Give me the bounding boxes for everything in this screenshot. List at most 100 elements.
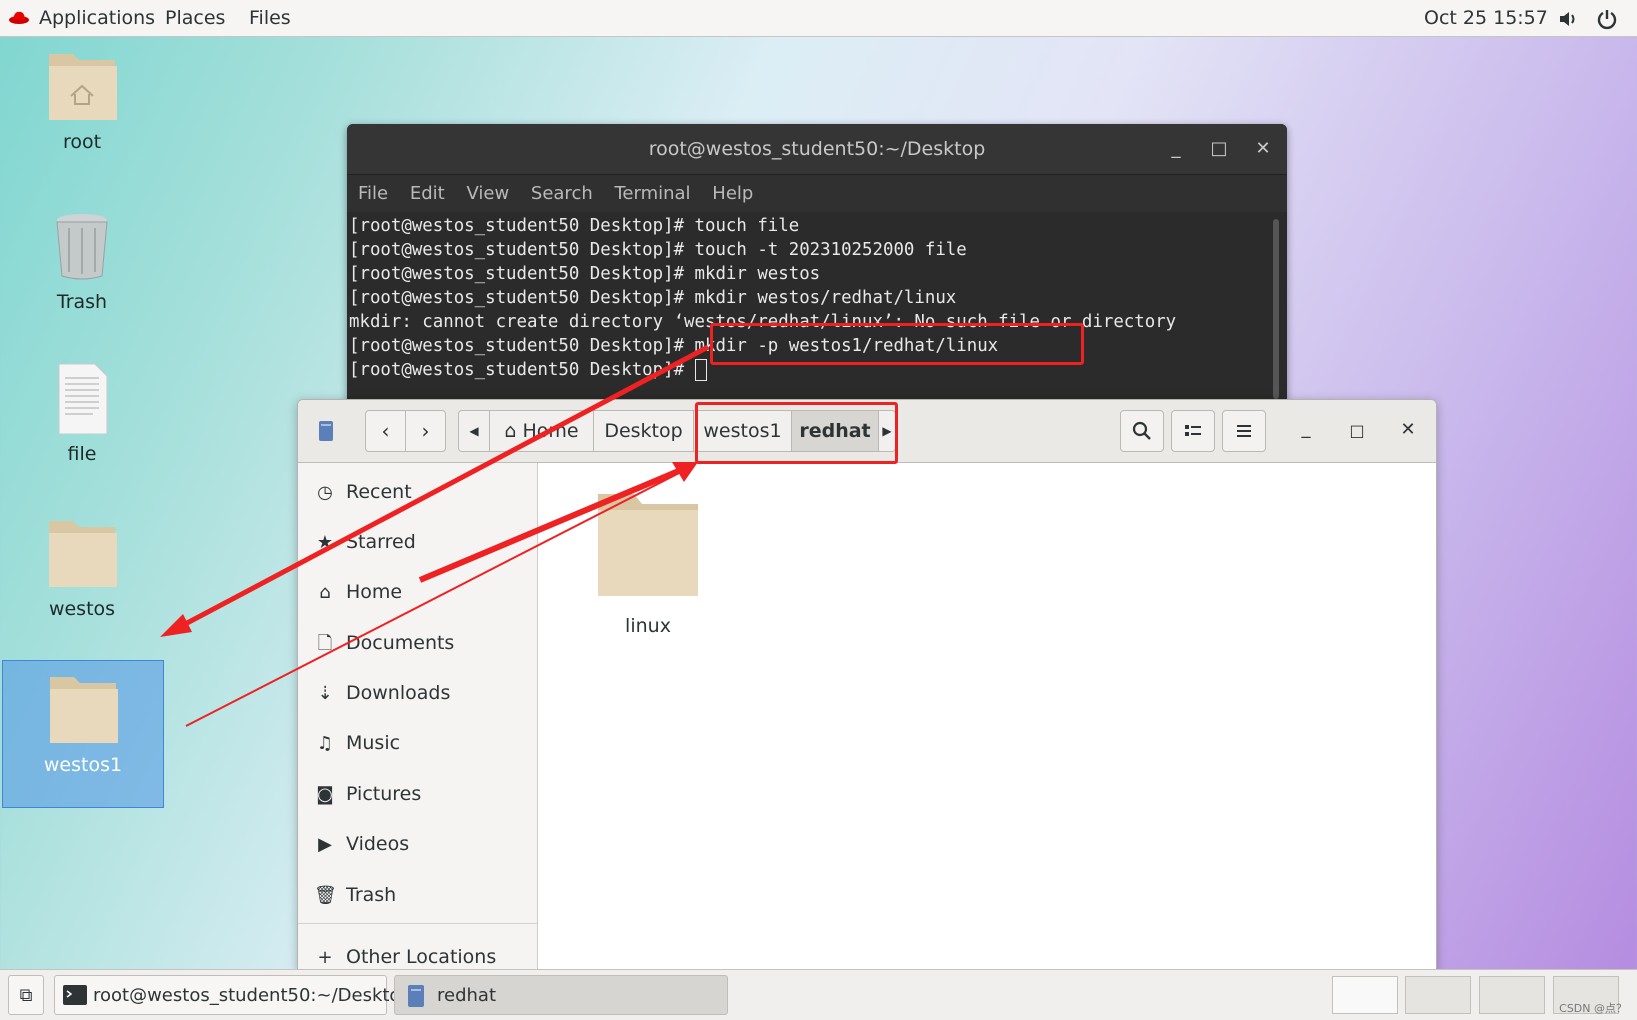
breadcrumb-home[interactable]: ⌂ Home	[489, 410, 594, 452]
files-app-icon	[319, 421, 333, 441]
back-button[interactable]: ‹	[365, 410, 406, 452]
terminal-menu-file[interactable]: File	[358, 183, 388, 204]
folder-icon	[598, 494, 698, 596]
terminal-line: [root@westos_student50 Desktop]# touch -…	[349, 240, 967, 260]
sidebar-item-label: Pictures	[346, 783, 422, 805]
sidebar-item-label: Trash	[346, 884, 397, 906]
terminal-menu-search[interactable]: Search	[531, 183, 593, 204]
terminal-menu-help[interactable]: Help	[712, 183, 753, 204]
desktop-icon-westos[interactable]: westos	[2, 517, 162, 620]
task-files[interactable]: redhat	[394, 975, 728, 1015]
desktop-icon-label: Trash	[56, 291, 108, 313]
desktop-icon-label: westos1	[43, 754, 123, 776]
speaker-icon[interactable]	[1557, 8, 1579, 30]
files-window[interactable]: ‹ › ◀ ⌂ Home Desktop westos1 redhat ▶ _ …	[297, 399, 1437, 971]
redhat-logo-icon	[9, 11, 29, 24]
desktop-icon-trash[interactable]: Trash	[2, 210, 162, 313]
sidebar-item-documents[interactable]: 🗋 Documents	[314, 628, 455, 658]
chevron-right-icon: ›	[421, 419, 430, 443]
plus-icon: +	[317, 947, 333, 968]
sidebar-item-starred[interactable]: ★ Starred	[314, 527, 416, 557]
minimize-icon[interactable]: _	[1165, 138, 1187, 160]
power-icon[interactable]	[1596, 8, 1618, 30]
sidebar-item-label: Other Locations	[346, 946, 497, 968]
sidebar-item-recent[interactable]: ◷ Recent	[314, 477, 412, 507]
breadcrumb-label: Desktop	[604, 420, 683, 442]
sidebar-item-label: Home	[346, 581, 403, 603]
sidebar-item-downloads[interactable]: ⇣ Downloads	[314, 678, 450, 708]
sidebar-item-other-locations[interactable]: + Other Locations	[314, 942, 497, 970]
terminal-scrollbar[interactable]	[1273, 219, 1279, 399]
terminal-line: [root@westos_student50 Desktop]# mkdir w…	[349, 288, 957, 308]
workspace-2[interactable]	[1405, 976, 1471, 1014]
sidebar-item-label: Music	[346, 732, 401, 754]
clock[interactable]: Oct 25 15:57	[1424, 0, 1548, 36]
document-icon: 🗋	[317, 633, 333, 654]
sidebar-item-videos[interactable]: ▶ Videos	[314, 829, 409, 859]
desktop-icon-label: file	[67, 443, 97, 465]
terminal-menu-view[interactable]: View	[466, 183, 509, 204]
terminal-cursor	[694, 359, 707, 381]
workspace-3[interactable]	[1479, 976, 1545, 1014]
files-sidebar: ◷ Recent ★ Starred ⌂ Home 🗋 Documents ⇣ Downl…	[298, 463, 538, 970]
minimize-icon[interactable]: _	[1291, 414, 1321, 444]
sidebar-item-label: Videos	[346, 833, 410, 855]
terminal-menu-terminal[interactable]: Terminal	[614, 183, 690, 204]
camera-icon: ◙	[316, 784, 334, 805]
annotation-box-breadcrumb	[695, 402, 898, 464]
desktop-icon-label: westos	[48, 598, 116, 620]
files-icon	[408, 985, 424, 1007]
sidebar-item-music[interactable]: ♫ Music	[314, 728, 400, 758]
music-icon: ♫	[316, 733, 334, 754]
task-label: root@westos_student50:~/Desktop	[93, 985, 412, 1006]
files-content[interactable]: linux	[538, 463, 1436, 970]
sidebar-item-trash[interactable]: 🗑 Trash	[314, 880, 396, 910]
folder-icon	[49, 521, 117, 587]
file-item-label: linux	[625, 615, 671, 637]
desktop-icon-root[interactable]: root	[2, 50, 162, 153]
places-menu[interactable]: Places	[165, 0, 225, 36]
menu-button[interactable]	[1222, 410, 1266, 452]
applications-menu[interactable]: Applications	[39, 0, 155, 36]
clock-icon: ◷	[317, 482, 333, 503]
sidebar-divider	[298, 923, 537, 924]
sidebar-item-label: Downloads	[346, 682, 451, 704]
hamburger-icon	[1237, 425, 1251, 437]
download-icon: ⇣	[317, 683, 333, 704]
chevron-left-icon: ‹	[381, 419, 390, 443]
maximize-icon[interactable]: □	[1342, 416, 1372, 446]
triangle-left-icon: ◀	[469, 424, 479, 438]
sidebar-item-label: Starred	[346, 531, 416, 553]
desktop-icon-westos1[interactable]: westos1	[2, 660, 164, 808]
search-icon	[1132, 421, 1151, 440]
star-icon: ★	[316, 532, 334, 553]
folder-icon	[50, 677, 118, 743]
terminal-line: [root@westos_student50 Desktop]# mkdir w…	[349, 264, 821, 284]
list-view-icon	[1185, 425, 1201, 436]
search-button[interactable]	[1120, 410, 1164, 452]
workspace-1[interactable]	[1332, 976, 1398, 1014]
show-desktop-icon: ⧉	[19, 985, 33, 1006]
breadcrumb-desktop[interactable]: Desktop	[593, 410, 694, 452]
home-icon: ⌂	[504, 420, 517, 442]
terminal-menu-edit[interactable]: Edit	[410, 183, 445, 204]
maximize-icon[interactable]: □	[1208, 138, 1230, 160]
breadcrumb-scroll-left[interactable]: ◀	[458, 410, 490, 452]
view-toggle-button[interactable]	[1171, 410, 1215, 452]
watermark: CSDN @点？	[1559, 1002, 1627, 1015]
task-terminal[interactable]: root@westos_student50:~/Desktop	[54, 975, 412, 1015]
desktop-icon-label: root	[62, 131, 102, 153]
terminal-line: [root@westos_student50 Desktop]# touch f…	[349, 216, 800, 236]
file-item-linux[interactable]: linux	[588, 488, 708, 637]
forward-button[interactable]: ›	[405, 410, 446, 452]
files-menu[interactable]: Files	[249, 0, 291, 36]
sidebar-item-label: Documents	[346, 632, 455, 654]
desktop-icon-file[interactable]: file	[2, 362, 162, 465]
terminal-menubar: File Edit View Search Terminal Help	[347, 175, 1287, 212]
sidebar-item-home[interactable]: ⌂ Home	[314, 577, 402, 607]
close-icon[interactable]: ✕	[1252, 138, 1274, 160]
close-icon[interactable]: ✕	[1393, 415, 1423, 445]
annotation-box-command	[710, 323, 1084, 365]
show-desktop-button[interactable]: ⧉	[8, 975, 44, 1015]
sidebar-item-pictures[interactable]: ◙ Pictures	[314, 779, 421, 809]
